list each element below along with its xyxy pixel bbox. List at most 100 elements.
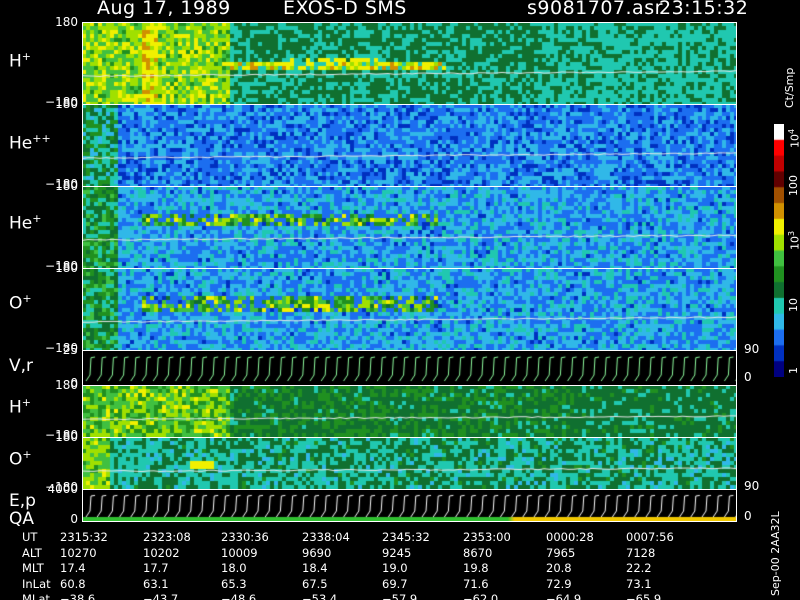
ephem-cell: 10270 — [60, 545, 97, 560]
panel-label-text: O — [9, 449, 23, 470]
ephem-cell: 20.8 — [546, 561, 572, 575]
ephem-cell: 2323:08 — [143, 530, 191, 544]
ephem-cell: 9245 — [382, 545, 412, 560]
ephem-cell: 2338:04 — [302, 530, 350, 544]
header-date: Aug 17, 1989 — [97, 0, 231, 19]
panel-2-ytick-top: 180 — [55, 179, 78, 193]
panel-7-ytick-top: 4000 — [47, 482, 78, 496]
panel-3-label: O+ — [9, 292, 32, 314]
panel-label-sup: + — [21, 396, 32, 409]
exos-d-sms-plot: Aug 17, 1989 EXOS-D SMS s9081707.asr 23:… — [0, 0, 800, 600]
colorbar-tick-text: 100 — [787, 175, 800, 196]
ephem-cell: 71.6 — [463, 576, 489, 591]
colorbar-tick-text: 10 — [788, 134, 800, 148]
panel-1-ytick-top: 180 — [55, 97, 78, 111]
panel-label-sup: + — [22, 448, 32, 461]
panel-label-text: V,r — [9, 356, 34, 376]
ephem-cell: −43.7 — [143, 592, 179, 600]
colorbar-tick-1: 100 — [787, 175, 800, 196]
panel-label-sup: + — [32, 212, 42, 225]
ephem-cell: 18.0 — [221, 561, 247, 575]
panel-0-label: H+ — [9, 50, 31, 72]
panel-4-label: V,r — [9, 356, 33, 376]
panel-label-text: O — [9, 293, 23, 314]
header-time: 23:15:32 — [659, 0, 749, 19]
ephem-cell: 10009 — [221, 545, 258, 560]
panel-1-label: He++ — [9, 132, 51, 154]
ephem-cell: 7965 — [546, 545, 576, 560]
ephem-cell: 2315:32 — [60, 530, 108, 544]
colorbar-tick-text: 10 — [788, 236, 800, 250]
ephem-cell: 8670 — [463, 545, 493, 560]
ephem-cell: 67.5 — [302, 576, 328, 591]
ephem-cell: 2345:32 — [382, 530, 430, 544]
colorbar-tick-sup: 3 — [787, 230, 796, 236]
panel-2-plot — [82, 186, 737, 268]
panel-6-plot — [82, 437, 737, 489]
panel-6-label: O+ — [9, 448, 32, 470]
header-file: s9081707.asr — [527, 0, 663, 19]
panel-1-plot — [82, 104, 737, 186]
panel-label-text: H — [9, 51, 22, 72]
panel-3-ytick-top: 180 — [55, 261, 78, 275]
footer-stamp: Sep-00 2AA32L — [769, 511, 782, 596]
panel-5-plot — [82, 385, 737, 437]
panel-3-plot — [82, 268, 737, 350]
ephem-cell: 2353:00 — [463, 530, 511, 544]
colorbar-tick-4: 1 — [787, 367, 800, 374]
panel-label-2: QA — [9, 509, 35, 529]
panel-4-rtick-1: 0 — [744, 370, 752, 384]
ephem-cell: 7128 — [626, 545, 656, 560]
ephem-cell: 72.9 — [546, 576, 572, 591]
colorbar-tick-text: 10 — [787, 298, 800, 312]
ephem-row-mlt-label: MLT — [22, 561, 44, 575]
panel-5-label: H+ — [9, 396, 31, 418]
ephem-row-mlat-label: MLat — [22, 592, 50, 600]
ephem-cell: 22.2 — [626, 561, 652, 575]
panel-label-text: H — [9, 397, 22, 418]
panel-label-text: He — [9, 133, 33, 154]
ephem-row-ut-label: UT — [22, 530, 38, 544]
ephem-cell: 0000:28 — [546, 530, 594, 544]
ephem-cell: 19.8 — [463, 561, 489, 575]
ephem-cell: 18.4 — [302, 561, 328, 575]
panel-label-sup: + — [21, 50, 32, 63]
panel-2-label: He+ — [9, 212, 41, 234]
ephem-cell: 69.7 — [382, 576, 408, 591]
panel-7-label: E,p QA — [9, 491, 36, 529]
ephem-row-inlat-label: InLat — [22, 576, 51, 591]
ephem-cell: −62.0 — [463, 592, 499, 600]
colorbar-tick-sup: 4 — [787, 128, 796, 134]
ephem-cell: 19.0 — [382, 561, 408, 575]
ephem-cell: −65.9 — [626, 592, 662, 600]
colorbar-tick-text: 1 — [787, 367, 800, 374]
panel-6-ytick-top: 180 — [55, 430, 78, 444]
colorbar-tick-0: 104 — [787, 129, 800, 148]
ephem-cell: −64.9 — [546, 592, 582, 600]
panel-5-ytick-top: 180 — [55, 378, 78, 392]
ephem-cell: 9690 — [302, 545, 332, 560]
panel-6-rtick-0: 90 — [744, 479, 760, 493]
ephem-cell: −48.6 — [221, 592, 257, 600]
header-instrument: EXOS-D SMS — [283, 0, 407, 19]
ephem-cell: 0007:56 — [626, 530, 674, 544]
panel-7-rtick-0: 0 — [744, 509, 752, 523]
panel-0-plot — [82, 22, 737, 104]
ephem-row-alt-label: ALT — [22, 545, 42, 560]
ephem-cell: −38.6 — [60, 592, 96, 600]
panel-4-plot — [82, 350, 737, 385]
ephem-cell: 17.7 — [143, 561, 169, 575]
ephem-cell: 17.4 — [60, 561, 86, 575]
ephem-cell: −53.4 — [302, 592, 338, 600]
colorbar-units: Ct/Smp — [783, 67, 796, 108]
colorbar-tick-2: 103 — [787, 231, 800, 250]
ephem-cell: 10202 — [143, 545, 180, 560]
ephem-cell: 73.1 — [626, 576, 652, 591]
panel-label-sup: + — [22, 292, 32, 305]
colorbar — [774, 124, 784, 377]
panel-label-sup: ++ — [32, 132, 51, 145]
ephem-cell: 63.1 — [143, 576, 169, 591]
panel-label-text: E,p — [9, 491, 36, 511]
panel-4-rtick-0: 90 — [744, 342, 760, 356]
panel-7-ytick-bottom: 0 — [70, 512, 78, 526]
